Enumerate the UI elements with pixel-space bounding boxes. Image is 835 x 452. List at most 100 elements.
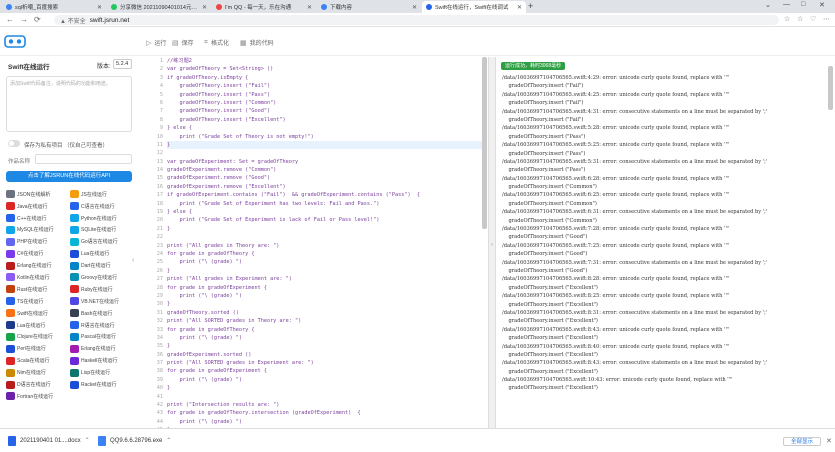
close-tab-icon[interactable]: ✕	[97, 4, 102, 11]
reload-icon[interactable]: ⟳	[34, 15, 41, 24]
browser-tab[interactable]: 下载内容 ✕	[317, 1, 421, 13]
code-line[interactable]: print ("\ (grade) ")	[167, 376, 485, 384]
code-line[interactable]: } else {	[167, 208, 485, 216]
code-line[interactable]: gradeOfTheory.insert ("Fail")	[167, 82, 485, 90]
language-link[interactable]: Erlang在线运行	[6, 261, 70, 270]
minimize-icon[interactable]: —	[783, 1, 790, 8]
language-link[interactable]: Haskell在线运行	[70, 356, 134, 365]
code-line[interactable]: for grade in gradeOfExperiment {	[167, 367, 485, 375]
tab-search-icon[interactable]: ⌄	[765, 1, 771, 9]
code-line[interactable]: gradeOfTheory.insert ("Common")	[167, 99, 485, 107]
chevron-up-icon[interactable]: ⌃	[166, 437, 171, 444]
language-link[interactable]: TS在线运行	[6, 297, 70, 306]
code-line[interactable]: }	[167, 300, 485, 308]
language-link[interactable]: Kotlin在线运行	[6, 273, 70, 282]
browser-tab[interactable]: Swift在线运行，Swift在线调试 ✕	[422, 1, 526, 13]
language-link[interactable]: Rust在线运行	[6, 285, 70, 294]
language-link[interactable]: SQLite在线运行	[70, 225, 134, 235]
code-line[interactable]: print ("Grade Set of Experiment has two …	[167, 200, 485, 208]
language-link[interactable]: Go语言在线运行	[70, 237, 134, 247]
collections-icon[interactable]: ♡	[810, 15, 816, 23]
language-link[interactable]: Lisp在线运行	[70, 368, 134, 377]
code-line[interactable]: }	[167, 140, 485, 150]
code-line[interactable]: if gradeOfExperiment.contains ("Fail") &…	[167, 191, 485, 199]
language-link[interactable]: Perl在线运行	[6, 344, 70, 354]
code-line[interactable]: }	[167, 342, 485, 350]
api-button[interactable]: 点击了解JSRUN在线代码运行API	[6, 171, 132, 182]
language-link[interactable]: Racket在线运行	[70, 380, 134, 389]
download-item[interactable]: QQ9.6.6.28796.exe ⌃	[98, 434, 171, 447]
close-tab-icon[interactable]: ✕	[307, 4, 312, 11]
language-link[interactable]: Scala在线运行	[6, 356, 70, 365]
new-tab-button[interactable]: +	[528, 1, 533, 11]
output-scrollbar[interactable]	[828, 66, 833, 110]
browser-tab[interactable]: I'm QQ - 每一天，乐在沟通 ✕	[212, 1, 316, 13]
language-link[interactable]: C语言在线运行	[70, 202, 134, 211]
code-line[interactable]: print ("\ (grade) ")	[167, 292, 485, 300]
language-link[interactable]: PHP在线运行	[6, 237, 70, 247]
my-code-button[interactable]: ▦ 我的代码	[240, 38, 274, 48]
language-link[interactable]: R语言在线运行	[70, 321, 134, 330]
splitter-grip-icon[interactable]: ‹	[491, 242, 493, 248]
code-editor[interactable]: 1 2 3 4 5 6 7 8 9 10 11 12 13 14 15 16 17 18 19 20 21 22 23 24 2…	[143, 57, 488, 428]
language-link[interactable]: Fortran在线运行	[6, 392, 70, 401]
language-link[interactable]: Swift在线运行	[6, 309, 70, 318]
url-bar[interactable]: ▲ 不安全 swift.jsrun.net	[54, 15, 779, 25]
collapse-icon[interactable]: ‹	[132, 257, 134, 264]
editor-scrollbar[interactable]	[482, 57, 487, 229]
code-line[interactable]: print ("Grade Set of Experiment is lack …	[167, 216, 485, 224]
jsrun-logo[interactable]	[4, 35, 26, 48]
favorites-icon[interactable]: ☆	[797, 15, 803, 23]
language-link[interactable]: Erlang在线运行	[70, 344, 134, 354]
browser-tab[interactable]: sql析嘲_百度搜索 ✕	[2, 1, 106, 13]
code-line[interactable]: print ("All SORTED grades in Experiment …	[167, 359, 485, 367]
save-button[interactable]: ▤ 保存	[172, 38, 194, 48]
code-line[interactable]: gradeOfExperiment.remove ("Excellent")	[167, 183, 485, 191]
code-line[interactable]: gradeOfTheory.insert ("Good")	[167, 107, 485, 115]
language-link[interactable]: Groovy在线运行	[70, 273, 134, 282]
code-area[interactable]: //练习题2 var gradeOfTheory = Set<String> ()…	[167, 57, 485, 428]
language-link[interactable]: JS在线运行	[70, 190, 134, 199]
language-link[interactable]: C++在线运行	[6, 214, 70, 223]
code-line[interactable]: for grade in gradeOfExperiment {	[167, 284, 485, 292]
back-icon[interactable]: ←	[6, 15, 14, 24]
code-line[interactable]: gradeOfExperiment.remove ("Common")	[167, 166, 485, 174]
language-link[interactable]: D语言在线运行	[6, 380, 70, 389]
code-line[interactable]: print ("All grades in Theory are: ")	[167, 242, 485, 250]
language-link[interactable]: Pascal在线运行	[70, 332, 134, 342]
language-link[interactable]: Lua在线运行	[6, 321, 70, 330]
language-link[interactable]: Dart在线运行	[70, 261, 134, 270]
language-link[interactable]: Ruby在线运行	[70, 285, 134, 294]
more-menu-icon[interactable]: ⋯	[823, 15, 830, 23]
code-line[interactable]: gradeOfExperiment.sorted ()	[167, 351, 485, 359]
close-tab-icon[interactable]: ✕	[202, 4, 207, 11]
language-link[interactable]: C#在线运行	[6, 249, 70, 258]
code-line[interactable]: } else {	[167, 124, 485, 132]
private-toggle[interactable]	[8, 140, 20, 147]
close-tab-icon[interactable]: ✕	[412, 4, 417, 11]
name-input[interactable]	[35, 154, 132, 164]
close-download-bar-icon[interactable]: ✕	[826, 437, 832, 445]
language-link[interactable]: VB.NET在线运行	[70, 297, 134, 306]
code-line[interactable]: }	[167, 384, 485, 392]
code-line[interactable]	[167, 233, 485, 241]
code-line[interactable]: var gradeOfExperiment: Set = gradeOfTheo…	[167, 158, 485, 166]
language-link[interactable]: Clojure在线运行	[6, 332, 70, 342]
code-line[interactable]: print ("All grades in Experiment are: ")	[167, 275, 485, 283]
code-line[interactable]: //练习题2	[167, 57, 485, 65]
code-line[interactable]: print ("\ (grade) ")	[167, 418, 485, 426]
url-text[interactable]: swift.jsrun.net	[90, 17, 130, 24]
close-window-icon[interactable]: ✕	[819, 1, 825, 9]
code-line[interactable]: gradeOfTheory.insert ("Excellent")	[167, 116, 485, 124]
code-line[interactable]: for grade in gradeOfTheory.intersection …	[167, 409, 485, 417]
language-link[interactable]: Python在线运行	[70, 214, 134, 223]
show-all-downloads-button[interactable]: 全部显示	[783, 437, 821, 446]
code-line[interactable]: print ("All SORTED grades in Theory are:…	[167, 317, 485, 325]
code-line[interactable]: print ("\ (grade) ")	[167, 258, 485, 266]
code-line[interactable]: gradeOfTheory.sorted ()	[167, 309, 485, 317]
language-link[interactable]: Java在线运行	[6, 202, 70, 211]
code-line[interactable]: gradeOfExperiment.remove ("Good")	[167, 174, 485, 182]
code-line[interactable]: gradeOfTheory.insert ("Pass")	[167, 91, 485, 99]
language-link[interactable]: Bash在线运行	[70, 309, 134, 318]
code-line[interactable]	[167, 393, 485, 401]
